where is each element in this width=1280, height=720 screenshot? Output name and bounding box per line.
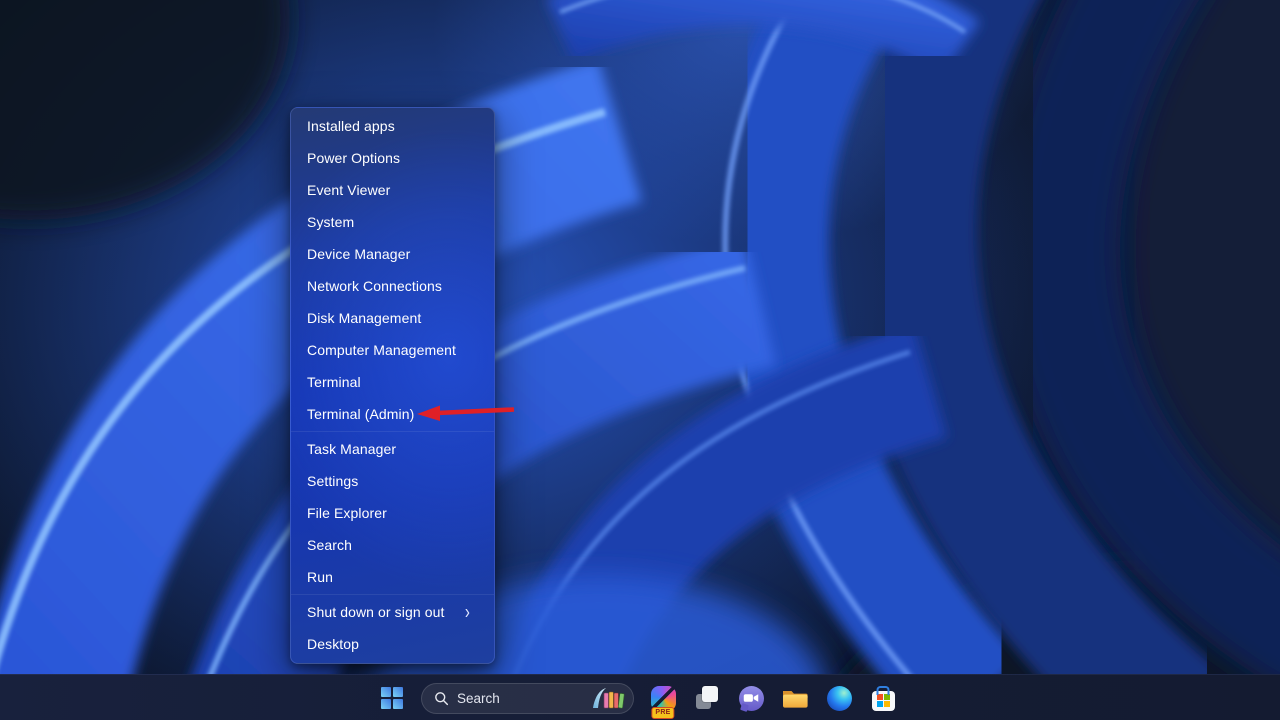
search-highlights-image [591,686,627,710]
search-icon [434,691,449,706]
winx-context-menu: Installed apps Power Options Event Viewe… [290,107,495,664]
books-icon [604,692,624,708]
taskbar: Search [0,674,1280,720]
video-camera-icon [743,692,759,704]
edge-button[interactable] [824,681,854,715]
preview-badge: PRE [651,707,674,719]
menu-item-run[interactable]: Run [291,561,494,593]
file-explorer-icon [782,687,808,709]
menu-item-label: System [307,214,354,230]
task-view-button[interactable] [692,681,722,715]
edge-icon [827,686,852,711]
menu-item-event-viewer[interactable]: Event Viewer [291,174,494,206]
annotation-arrow [415,403,517,423]
screen: Installed apps Power Options Event Viewe… [0,0,1280,720]
menu-item-label: Power Options [307,150,400,166]
search-placeholder: Search [457,691,583,706]
menu-item-label: Shut down or sign out [307,604,445,620]
menu-item-power-options[interactable]: Power Options [291,142,494,174]
microsoft-logo-icon [877,694,890,707]
menu-item-system[interactable]: System [291,206,494,238]
menu-item-label: Terminal [307,374,361,390]
menu-item-label: Desktop [307,636,359,652]
menu-item-disk-management[interactable]: Disk Management [291,302,494,334]
menu-item-file-explorer[interactable]: File Explorer [291,497,494,529]
start-button[interactable] [377,681,407,715]
menu-separator [291,431,494,432]
menu-item-label: Terminal (Admin) [307,406,414,422]
task-view-front-square-icon [702,686,718,702]
menu-item-label: Settings [307,473,358,489]
menu-item-label: Device Manager [307,246,410,262]
menu-item-label: Run [307,569,333,585]
taskbar-search[interactable]: Search [421,683,634,714]
chat-button[interactable] [736,681,766,715]
menu-item-desktop[interactable]: Desktop [291,628,494,660]
menu-item-label: Installed apps [307,118,395,134]
desktop-wallpaper[interactable] [0,0,1280,720]
menu-separator [291,594,494,595]
chevron-right-icon: › [465,602,470,622]
menu-item-settings[interactable]: Settings [291,465,494,497]
menu-item-computer-management[interactable]: Computer Management [291,334,494,366]
taskbar-center-group: Search [377,675,898,720]
menu-item-network-connections[interactable]: Network Connections [291,270,494,302]
menu-item-label: Network Connections [307,278,442,294]
menu-item-label: Task Manager [307,441,396,457]
menu-item-terminal[interactable]: Terminal [291,366,494,398]
copilot-preview-button[interactable]: PRE [648,681,678,715]
menu-item-label: Disk Management [307,310,421,326]
menu-item-label: Computer Management [307,342,456,358]
menu-item-label: File Explorer [307,505,387,521]
menu-item-label: Event Viewer [307,182,390,198]
microsoft-store-button[interactable] [868,681,898,715]
menu-item-device-manager[interactable]: Device Manager [291,238,494,270]
windows-start-icon [381,687,403,709]
menu-item-search[interactable]: Search [291,529,494,561]
menu-item-label: Search [307,537,352,553]
file-explorer-button[interactable] [780,681,810,715]
bloom-wallpaper-art [0,0,1280,720]
menu-item-installed-apps[interactable]: Installed apps [291,110,494,142]
menu-item-shut-down-or-sign-out[interactable]: Shut down or sign out › [291,596,494,628]
microsoft-store-icon [872,691,895,711]
chat-icon [739,686,764,711]
menu-item-task-manager[interactable]: Task Manager [291,433,494,465]
